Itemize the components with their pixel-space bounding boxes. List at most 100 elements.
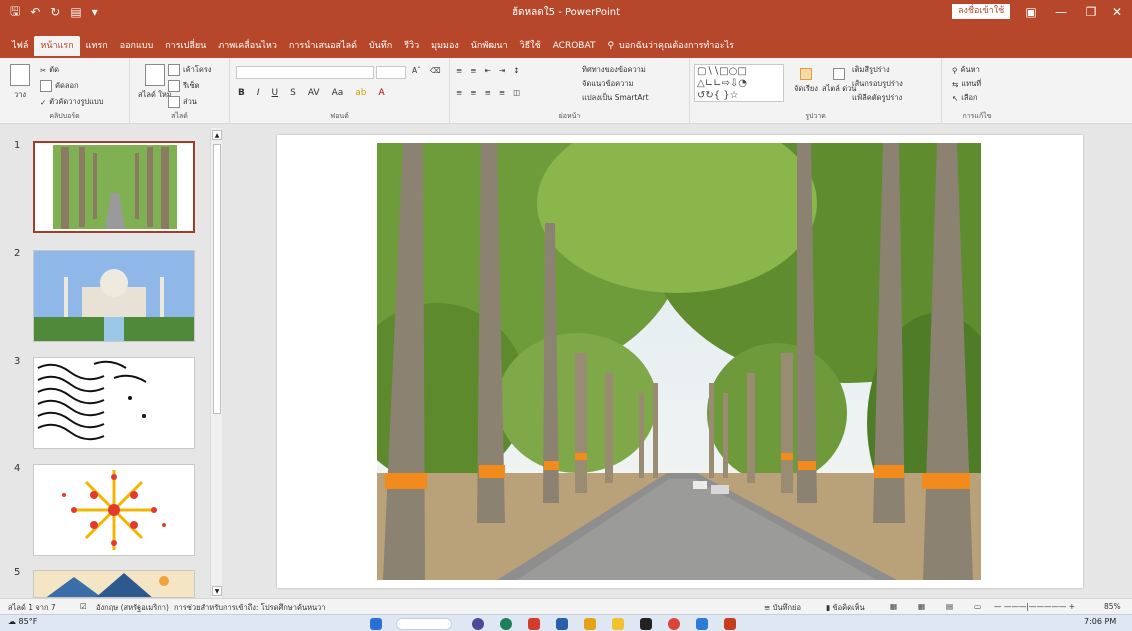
slide-thumbnail-5[interactable] — [33, 570, 195, 598]
tab-slideshow[interactable]: การนำเสนอสไลด์ — [283, 36, 363, 56]
customize-icon[interactable]: ▾ — [92, 5, 98, 19]
normal-view-icon[interactable]: ▦ — [890, 602, 897, 611]
tab-developer[interactable]: นักพัฒนา — [465, 36, 514, 56]
tab-transitions[interactable]: การเปลี่ยน — [159, 36, 212, 56]
layout-button[interactable]: เค้าโครง — [168, 64, 212, 76]
grow-font-button[interactable]: Aˆ — [412, 66, 421, 75]
shape-outline-button[interactable]: เส้นกรอบรูปร่าง — [852, 78, 903, 90]
tab-record[interactable]: บันทึก — [363, 36, 398, 56]
clear-format-icon[interactable]: ⌫ — [430, 66, 441, 75]
reset-button[interactable]: รีเซ็ต — [168, 80, 200, 92]
decrease-indent-icon[interactable]: ⇤ — [485, 66, 491, 75]
scrollbar-thumb[interactable] — [213, 144, 221, 414]
tab-insert[interactable]: แทรก — [80, 36, 114, 56]
format-painter-button[interactable]: ✓ ตัวคัดวางรูปแบบ — [40, 96, 104, 108]
reading-view-icon[interactable]: ▤ — [946, 602, 953, 611]
slide-canvas[interactable] — [277, 135, 1083, 588]
scroll-up-icon[interactable]: ▲ — [212, 130, 222, 140]
slideshow-icon[interactable]: ▭ — [974, 602, 981, 611]
tab-file[interactable]: ไฟล์ — [6, 36, 34, 56]
align-text-button[interactable]: จัดแนวข้อความ — [582, 78, 633, 90]
close-button[interactable]: ✕ — [1102, 0, 1132, 24]
slide-thumbnail-4[interactable] — [33, 464, 195, 556]
select-button[interactable]: ↖ เลือก — [952, 92, 978, 104]
bold-button[interactable]: B — [238, 88, 245, 98]
browser-icon[interactable] — [500, 618, 512, 630]
line-spacing-icon[interactable]: ↕ — [513, 66, 519, 75]
new-slide-button[interactable]: สไลด์ ใหม่ — [138, 64, 172, 101]
shapes-gallery[interactable]: ▢∖∖□○□ △∟∟⇨⇩◔ ↺↻{ }☆ — [694, 64, 784, 102]
tab-acrobat[interactable]: ACROBAT — [547, 36, 602, 56]
highlight-icon[interactable]: ab — [355, 88, 366, 98]
notes-button[interactable]: ≡ บันทึกย่อ — [764, 602, 801, 614]
strikethrough-button[interactable]: S — [290, 88, 296, 98]
app-icon[interactable] — [528, 618, 540, 630]
justify-icon[interactable]: ≡ — [499, 88, 505, 97]
language-indicator[interactable]: อังกฤษ (สหรัฐอเมริกา) — [96, 602, 169, 614]
app-icon[interactable] — [640, 618, 652, 630]
comments-button[interactable]: ▮ ข้อคิดเห็น — [826, 602, 865, 614]
find-button[interactable]: ⚲ ค้นหา — [952, 64, 980, 76]
bullets-icon[interactable]: ≡ — [456, 66, 462, 75]
tab-view[interactable]: มุมมอง — [425, 36, 465, 56]
replace-button[interactable]: ⇆ แทนที่ — [952, 78, 981, 90]
start-icon[interactable] — [370, 618, 382, 630]
store-icon[interactable] — [556, 618, 568, 630]
shape-fill-button[interactable]: เติมสีรูปร่าง — [852, 64, 890, 76]
slide-sorter-icon[interactable]: ▦ — [918, 602, 925, 611]
numbering-icon[interactable]: ≡ — [470, 66, 476, 75]
signin-button[interactable]: ลงชื่อเข้าใช้ — [952, 4, 1011, 19]
arrange-button[interactable]: จัดเรียง — [794, 68, 818, 95]
align-right-icon[interactable]: ≡ — [485, 88, 491, 97]
smartart-button[interactable]: แปลงเป็น SmartArt — [582, 92, 649, 104]
font-name-dropdown[interactable] — [236, 66, 374, 79]
taskview-icon[interactable] — [472, 618, 484, 630]
tab-help[interactable]: วิธีใช้ — [514, 36, 547, 56]
underline-button[interactable]: U — [272, 88, 279, 98]
increase-indent-icon[interactable]: ⇥ — [499, 66, 505, 75]
minimize-button[interactable]: — — [1046, 0, 1076, 24]
redo-icon[interactable]: ↻ — [50, 5, 60, 19]
folder-icon[interactable] — [612, 618, 624, 630]
thumbnails-scrollbar[interactable]: ▲ ▼ — [210, 128, 222, 598]
accessibility-status[interactable]: การช่วยสำหรับการเข้าถึง: โปรดศึกษาค้นหนว… — [174, 602, 326, 614]
section-button[interactable]: ส่วน — [168, 96, 197, 108]
italic-button[interactable]: I — [257, 88, 260, 98]
tab-home[interactable]: หน้าแรก — [34, 36, 80, 56]
zoom-level[interactable]: 85% — [1104, 602, 1121, 611]
powerpoint-icon[interactable] — [724, 618, 736, 630]
text-direction-button[interactable]: ทิศทางของข้อความ — [582, 64, 646, 76]
ribbon-display-icon[interactable]: ▣ — [1016, 0, 1046, 24]
font-size-dropdown[interactable] — [376, 66, 406, 79]
align-left-icon[interactable]: ≡ — [456, 88, 462, 97]
tab-review[interactable]: รีวิว — [398, 36, 425, 56]
mail-icon[interactable] — [584, 618, 596, 630]
tell-me-search[interactable]: ⚲ บอกฉันว่าคุณต้องการทำอะไร — [601, 36, 734, 56]
search-box[interactable] — [396, 618, 452, 630]
slide-thumbnail-1[interactable] — [33, 141, 195, 233]
slide-count[interactable]: สไลด์ 1 จาก 7 — [8, 602, 56, 614]
columns-icon[interactable]: ◫ — [513, 88, 520, 97]
spellcheck-icon[interactable]: ☑ — [80, 602, 87, 611]
align-center-icon[interactable]: ≡ — [470, 88, 476, 97]
zoom-slider[interactable]: — ———|————— + — [994, 602, 1075, 611]
tree-lined-road-photo[interactable] — [377, 143, 981, 580]
chrome-icon[interactable] — [668, 618, 680, 630]
slide-thumbnail-3[interactable] — [33, 357, 195, 449]
clock[interactable]: 7:06 PM — [1084, 617, 1116, 626]
cut-button[interactable]: ✂ ตัด — [40, 64, 59, 76]
shape-effects-button[interactable]: แฟ้ลีคตัดรูปร่าง — [852, 92, 902, 104]
char-spacing-icon[interactable]: AV — [308, 88, 320, 98]
copy-button[interactable]: คัดลอก — [40, 80, 79, 92]
change-case-icon[interactable]: Aa — [332, 88, 344, 98]
save-icon[interactable]: 🖫 — [10, 2, 20, 23]
font-color-icon[interactable]: A — [379, 88, 385, 98]
scroll-down-icon[interactable]: ▼ — [212, 586, 222, 596]
paste-button[interactable]: วาง — [10, 64, 30, 101]
weather-widget[interactable]: ☁ 85°F — [8, 617, 37, 626]
app-icon[interactable] — [696, 618, 708, 630]
undo-icon[interactable]: ↶ — [30, 5, 40, 19]
slide-thumbnail-2[interactable] — [33, 250, 195, 342]
present-icon[interactable]: ▤ — [70, 5, 81, 19]
tab-design[interactable]: ออกแบบ — [114, 36, 160, 56]
